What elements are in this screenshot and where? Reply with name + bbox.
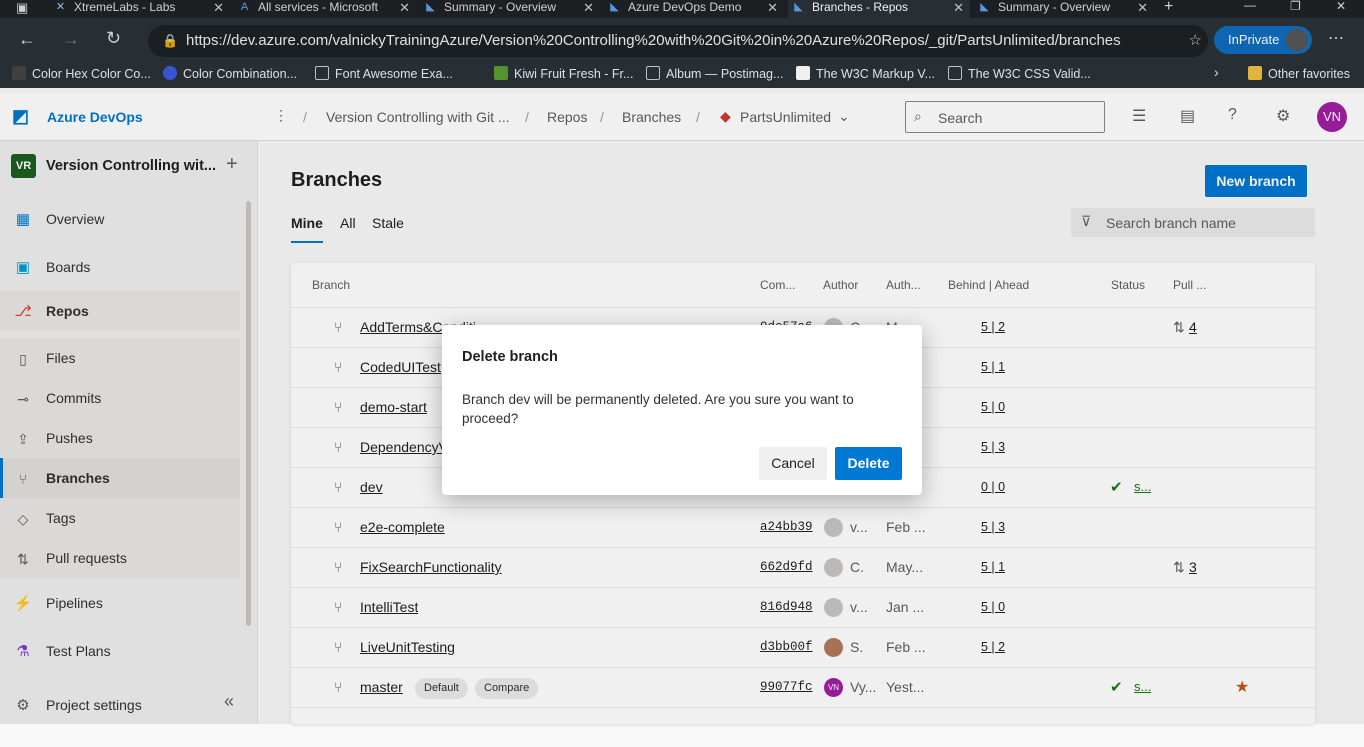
dialog-message: Branch dev will be permanently deleted. … (462, 392, 854, 426)
delete-button[interactable]: Delete (835, 447, 902, 480)
delete-branch-dialog: Delete branch Branch dev will be permane… (442, 325, 922, 495)
dialog-title: Delete branch (462, 349, 558, 365)
cancel-button[interactable]: Cancel (759, 447, 827, 480)
